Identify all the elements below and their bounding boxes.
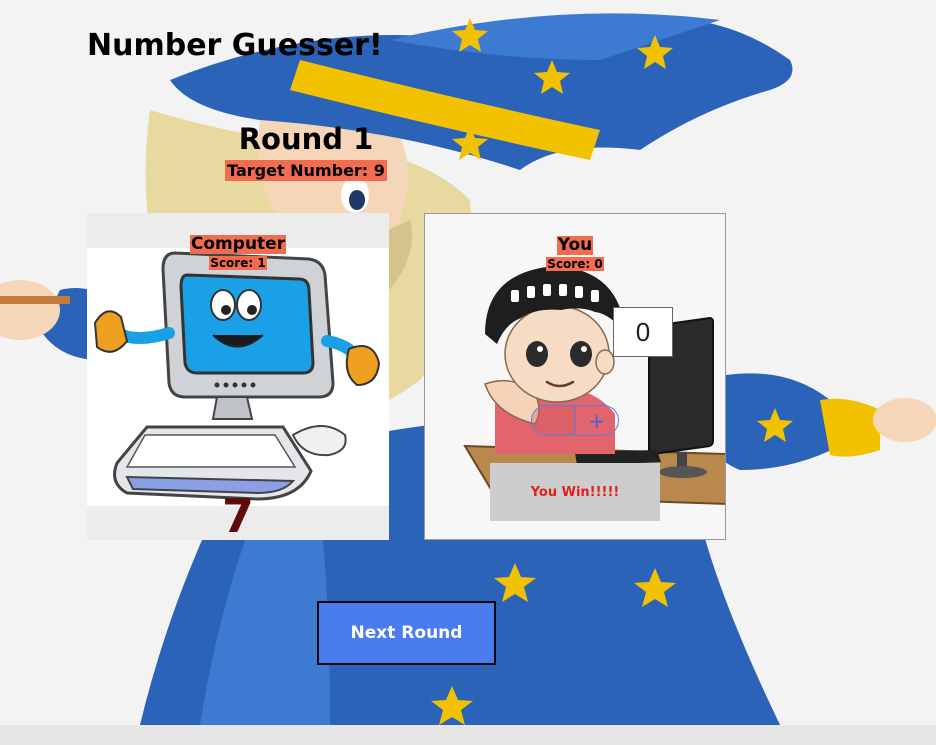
next-round-button[interactable]: Next Round [317, 601, 496, 665]
player-header: You Score: 0 [425, 236, 725, 271]
decrement-button[interactable]: - [532, 406, 576, 435]
target-number-container: Target Number: 9 [0, 160, 612, 181]
computer-card: Computer Score: 1 7 [87, 213, 389, 540]
computer-header: Computer Score: 1 [87, 235, 389, 270]
bottom-bar [0, 725, 936, 745]
increment-button[interactable]: + [576, 406, 619, 435]
round-title: Round 1 [238, 122, 374, 156]
computer-guess: 7 [221, 489, 254, 540]
app-title: Number Guesser! [87, 28, 383, 63]
player-name: You [556, 235, 594, 255]
computer-score: Score: 1 [209, 256, 267, 270]
guess-input[interactable] [613, 307, 673, 357]
player-score: Score: 0 [546, 257, 604, 271]
result-box: You Win!!!!! [490, 463, 660, 521]
player-card: You Score: 0 - + You Win!!!!! [424, 213, 726, 540]
guess-stepper: - + [531, 405, 619, 436]
target-number-label: Target Number: 9 [225, 160, 387, 181]
computer-name: Computer [189, 234, 287, 254]
result-message: You Win!!!!! [530, 484, 620, 500]
